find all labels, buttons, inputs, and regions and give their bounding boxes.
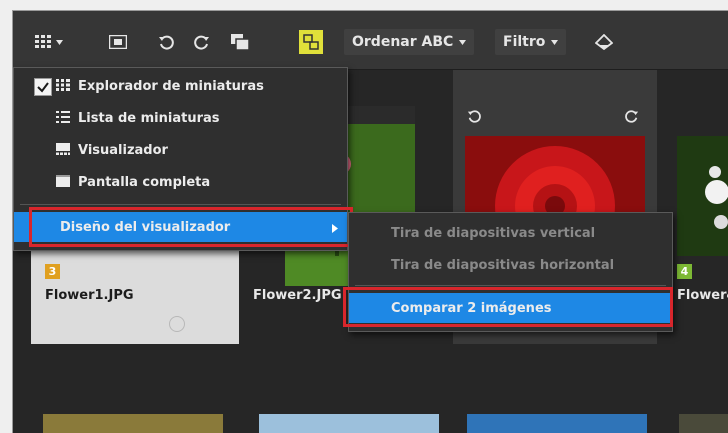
filter-dropdown[interactable]: Filtro <box>495 29 567 55</box>
thumbnail-cell[interactable]: 4 Flower4.JPG <box>673 70 728 344</box>
rotate-left-button[interactable] <box>153 29 179 55</box>
viewer-layout-submenu: Tira de diapositivas vertical Tira de di… <box>348 212 673 332</box>
rating-badge: 3 <box>45 264 60 279</box>
fullscreen-icon <box>56 175 70 187</box>
menu-item-thumbnail-browser[interactable]: Explorador de miniaturas <box>14 70 347 102</box>
menu-item-label: Pantalla completa <box>78 174 211 190</box>
viewer-icon <box>56 143 70 155</box>
thumbnail-image <box>677 136 728 256</box>
fit-screen-icon <box>109 35 127 49</box>
app-window: Ordenar ABC Filtro 3 Flower1.JPG Flower2… <box>12 10 728 433</box>
compare-layout-icon <box>303 34 319 50</box>
menu-item-label: Visualizador <box>78 142 168 158</box>
menu-item-vertical-filmstrip[interactable]: Tira de diapositivas vertical <box>349 217 672 249</box>
adjust-button[interactable] <box>591 29 617 55</box>
chevron-down-icon <box>551 39 559 45</box>
sort-label: Ordenar ABC <box>352 34 454 50</box>
menu-item-label: Tira de diapositivas horizontal <box>391 257 615 273</box>
compare-layout-button[interactable] <box>299 30 323 54</box>
rating-badge: 4 <box>677 264 692 279</box>
menu-item-fullscreen[interactable]: Pantalla completa <box>14 166 347 198</box>
view-menu: Explorador de miniaturas Lista de miniat… <box>13 67 348 251</box>
thumbnail-image[interactable] <box>467 414 647 433</box>
menu-divider <box>20 204 341 205</box>
rotate-right-icon[interactable] <box>625 108 639 127</box>
thumbnail-image[interactable] <box>43 414 223 433</box>
list-icon <box>56 111 70 123</box>
thumbnail-filename: Flower1.JPG <box>45 288 134 303</box>
menu-item-label: Explorador de miniaturas <box>78 78 264 94</box>
rotate-right-icon <box>194 34 210 50</box>
thumbnail-filename: Flower2.JPG <box>253 288 342 303</box>
menu-item-label: Tira de diapositivas vertical <box>391 225 596 241</box>
sort-dropdown[interactable]: Ordenar ABC <box>344 29 475 55</box>
rotate-left-icon[interactable] <box>467 108 481 127</box>
toolbar: Ordenar ABC Filtro <box>13 11 728 70</box>
chevron-down-icon <box>56 39 63 45</box>
filter-label: Filtro <box>503 34 546 50</box>
menu-item-label: Lista de miniaturas <box>78 110 220 126</box>
menu-divider <box>355 285 666 286</box>
checkbox-checked <box>34 78 52 96</box>
menu-item-thumbnail-list[interactable]: Lista de miniaturas <box>14 102 347 134</box>
thumbnail-image[interactable] <box>679 414 728 433</box>
view-mode-dropdown[interactable] <box>29 29 69 55</box>
copy-icon <box>231 34 249 50</box>
menu-item-viewer[interactable]: Visualizador <box>14 134 347 166</box>
menu-item-label: Comparar 2 imágenes <box>391 300 552 316</box>
chevron-down-icon <box>459 39 467 45</box>
thumbnail-image[interactable] <box>259 414 439 433</box>
fit-to-screen-button[interactable] <box>105 29 131 55</box>
grid-icon <box>56 79 70 91</box>
thumbnail-filename: Flower4.JPG <box>677 288 728 303</box>
adjust-icon <box>595 34 613 50</box>
menu-item-compare-2-images[interactable]: Comparar 2 imágenes <box>349 293 672 323</box>
rotate-right-button[interactable] <box>189 29 215 55</box>
rotate-left-icon <box>158 34 174 50</box>
menu-item-label: Diseño del visualizador <box>60 219 231 235</box>
chevron-right-icon <box>332 222 338 237</box>
menu-item-viewer-layout[interactable]: Diseño del visualizador <box>14 212 347 242</box>
menu-item-horizontal-filmstrip[interactable]: Tira de diapositivas horizontal <box>349 249 672 281</box>
copy-button[interactable] <box>227 29 253 55</box>
globe-icon <box>169 316 185 332</box>
grid-icon <box>35 35 51 49</box>
